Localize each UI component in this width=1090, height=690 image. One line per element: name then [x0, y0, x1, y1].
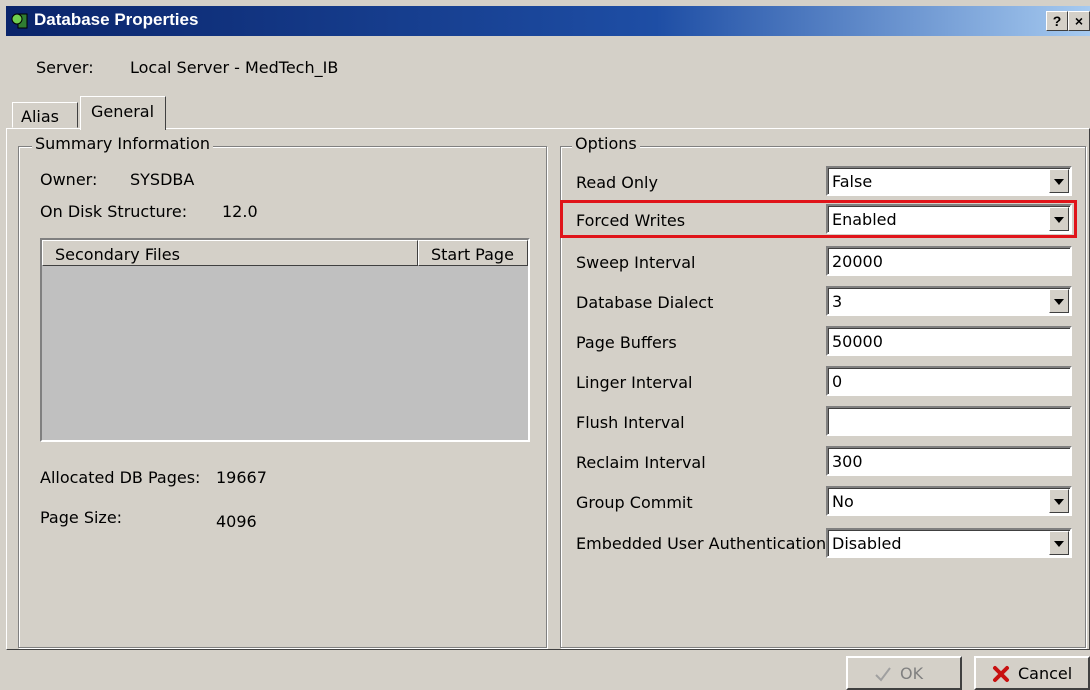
chevron-down-icon[interactable] [1049, 289, 1069, 313]
tab-general-label: General [91, 102, 155, 121]
tab-alias[interactable]: Alias [12, 102, 78, 128]
summary-legend: Summary Information [32, 134, 214, 153]
option-label-flush-interval: Flush Interval [576, 413, 685, 432]
ods-value: 12.0 [222, 202, 258, 221]
sweep-interval-value: 20000 [832, 252, 883, 271]
embedded-user-auth-select[interactable]: Disabled [826, 528, 1072, 558]
help-button[interactable]: ? [1046, 11, 1068, 31]
tab-general[interactable]: General [80, 96, 166, 130]
reclaim-interval-value: 300 [832, 452, 863, 471]
close-button[interactable]: × [1068, 11, 1090, 31]
column-header-start-page[interactable]: Start Page [418, 240, 528, 266]
group-commit-value: No [832, 492, 854, 511]
cancel-x-icon [993, 666, 1009, 682]
server-label: Server: [36, 58, 94, 77]
database-dialect-select[interactable]: 3 [826, 286, 1072, 316]
option-label-page-buffers: Page Buffers [576, 333, 677, 352]
flush-interval-input[interactable] [826, 406, 1072, 436]
linger-interval-input[interactable]: 0 [826, 366, 1072, 396]
embedded-user-auth-value: Disabled [832, 534, 902, 553]
ok-label: OK [900, 664, 924, 683]
checkmark-icon [875, 667, 891, 682]
option-label-embedded-user-auth: Embedded User Authentication [576, 534, 827, 553]
secondary-files-list[interactable]: Secondary Files Start Page [40, 238, 530, 442]
tab-alias-label: Alias [21, 107, 59, 126]
database-dialect-value: 3 [832, 292, 843, 311]
chevron-down-icon[interactable] [1049, 531, 1069, 555]
options-legend: Options [572, 134, 640, 153]
page-buffers-input[interactable]: 50000 [826, 326, 1072, 356]
option-label-group-commit: Group Commit [576, 493, 693, 512]
page-size-value: 4096 [216, 512, 257, 531]
owner-value: SYSDBA [130, 170, 195, 189]
allocated-pages-value: 19667 [216, 468, 267, 487]
column-header-secondary-files[interactable]: Secondary Files [42, 240, 418, 266]
reclaim-interval-input[interactable]: 300 [826, 446, 1072, 476]
cancel-button[interactable]: Cancel [974, 656, 1090, 690]
group-commit-select[interactable]: No [826, 486, 1072, 516]
option-label-read-only: Read Only [576, 173, 658, 192]
option-label-database-dialect: Database Dialect [576, 293, 714, 312]
chevron-down-icon[interactable] [1049, 169, 1069, 193]
option-label-reclaim-interval: Reclaim Interval [576, 453, 706, 472]
ods-label: On Disk Structure: [40, 202, 188, 221]
option-label-sweep-interval: Sweep Interval [576, 253, 696, 272]
sweep-interval-input[interactable]: 20000 [826, 246, 1072, 276]
title-bar: Database Properties ? × [6, 6, 1090, 36]
database-app-icon [11, 13, 28, 29]
chevron-down-icon[interactable] [1049, 489, 1069, 513]
read-only-select[interactable]: False [826, 166, 1072, 196]
cancel-label: Cancel [1018, 664, 1073, 683]
window-title: Database Properties [34, 10, 199, 29]
option-label-linger-interval: Linger Interval [576, 373, 693, 392]
ok-button[interactable]: OK [846, 656, 962, 690]
allocated-pages-label: Allocated DB Pages: [40, 468, 201, 487]
linger-interval-value: 0 [832, 372, 843, 391]
server-value: Local Server - MedTech_IB [130, 58, 339, 77]
owner-label: Owner: [40, 170, 98, 189]
page-size-label: Page Size: [40, 508, 123, 527]
read-only-value: False [832, 172, 873, 191]
forced-writes-highlight [560, 200, 1077, 238]
page-buffers-value: 50000 [832, 332, 883, 351]
